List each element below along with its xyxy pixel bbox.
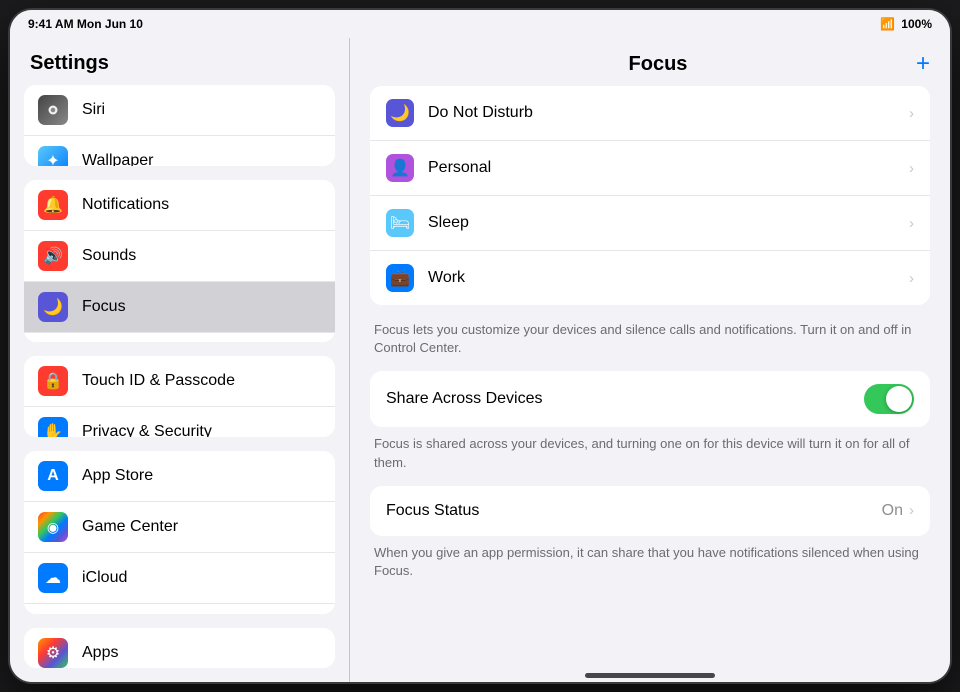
sidebar-item-icloud[interactable]: ☁ iCloud [24, 553, 335, 604]
apps-icon: ⚙ [38, 638, 68, 668]
battery-icon: 100% [901, 17, 932, 31]
focus-status-description: When you give an app permission, it can … [370, 544, 930, 594]
sidebar-item-touchid-label: Touch ID & Passcode [82, 372, 321, 390]
icloud-icon: ☁ [38, 563, 68, 593]
focus-item-work-label: Work [428, 269, 909, 287]
personal-chevron-icon: › [909, 160, 914, 177]
sidebar-item-siri-label: Siri [82, 101, 321, 119]
share-across-devices-description: Focus is shared across your devices, and… [370, 435, 930, 485]
share-across-devices-label: Share Across Devices [386, 390, 864, 408]
sidebar-item-appstore-label: App Store [82, 467, 321, 485]
home-bar [585, 673, 715, 678]
donotdisturb-chevron-icon: › [909, 105, 914, 122]
sidebar-item-appstore[interactable]: A App Store [24, 451, 335, 502]
sidebar-group-2: 🔔 Notifications 🔊 Sounds 🌙 Focus [24, 180, 335, 343]
wallpaper-icon: ✦ [38, 146, 68, 166]
sidebar-item-gamecenter-label: Game Center [82, 518, 321, 536]
focus-item-work[interactable]: 💼 Work › [370, 251, 930, 305]
touchid-icon: 🔒 [38, 366, 68, 396]
gamecenter-icon: ◉ [38, 512, 68, 542]
focus-status-value: On [882, 502, 903, 520]
focus-status-row[interactable]: Focus Status On › [370, 486, 930, 536]
add-focus-button[interactable]: + [916, 52, 930, 76]
focus-item-sleep-label: Sleep [428, 214, 909, 232]
focus-status-chevron-icon: › [909, 502, 914, 519]
sidebar-item-privacy[interactable]: ✋ Privacy & Security [24, 407, 335, 437]
donotdisturb-icon: 🌙 [386, 99, 414, 127]
wifi-icon: 📶 [880, 17, 895, 31]
focus-item-personal-label: Personal [428, 159, 909, 177]
sidebar-item-apps[interactable]: ⚙ Apps [24, 628, 335, 668]
sidebar-group-4: A App Store ◉ Game Center ☁ iCloud [24, 451, 335, 614]
focus-icon: 🌙 [38, 292, 68, 322]
sidebar-item-privacy-label: Privacy & Security [82, 423, 321, 437]
focus-list: 🌙 Do Not Disturb › 👤 Personal › [370, 86, 930, 305]
sidebar-item-icloud-label: iCloud [82, 569, 321, 587]
sidebar-group-1: Siri ✦ Wallpaper [24, 85, 335, 166]
work-icon: 💼 [386, 264, 414, 292]
detail-title: Focus [400, 53, 916, 76]
sleep-chevron-icon: › [909, 215, 914, 232]
ipad-frame: 9:41 AM Mon Jun 10 📶 100% Settings Si [10, 10, 950, 682]
share-across-devices-row: Share Across Devices [370, 371, 930, 427]
sidebar-item-notifications-label: Notifications [82, 196, 321, 214]
sidebar-group-3: 🔒 Touch ID & Passcode ✋ Privacy & Securi… [24, 356, 335, 437]
sidebar-item-siri[interactable]: Siri [24, 85, 335, 136]
sidebar-item-sounds-label: Sounds [82, 247, 321, 265]
sounds-icon: 🔊 [38, 241, 68, 271]
sidebar-item-focus[interactable]: 🌙 Focus [24, 282, 335, 333]
focus-item-personal[interactable]: 👤 Personal › [370, 141, 930, 196]
sidebar-item-touchid[interactable]: 🔒 Touch ID & Passcode [24, 356, 335, 407]
sidebar-item-apps-label: Apps [82, 644, 321, 662]
share-across-devices-toggle[interactable] [864, 384, 914, 414]
detail-content: 🌙 Do Not Disturb › 👤 Personal › [350, 86, 950, 662]
appstore-icon: A [38, 461, 68, 491]
status-right: 📶 100% [880, 17, 932, 31]
sidebar-item-wallpaper[interactable]: ✦ Wallpaper [24, 136, 335, 166]
focus-item-donotdisturb-label: Do Not Disturb [428, 104, 909, 122]
home-indicator [350, 662, 950, 682]
focus-description: Focus lets you customize your devices an… [370, 313, 930, 371]
siri-icon [38, 95, 68, 125]
sidebar-item-screentime[interactable]: ⏱ Screen Time [24, 333, 335, 343]
focus-item-sleep[interactable]: 🛏 Sleep › [370, 196, 930, 251]
sidebar-group-5: ⚙ Apps [24, 628, 335, 668]
sidebar-item-notifications[interactable]: 🔔 Notifications [24, 180, 335, 231]
detail-panel: Focus + 🌙 Do Not Disturb › 👤 [350, 38, 950, 682]
sidebar-item-focus-label: Focus [82, 298, 321, 316]
status-bar: 9:41 AM Mon Jun 10 📶 100% [10, 10, 950, 38]
sidebar-item-wallpaper-label: Wallpaper [82, 152, 321, 166]
work-chevron-icon: › [909, 270, 914, 287]
sleep-icon: 🛏 [386, 209, 414, 237]
notifications-icon: 🔔 [38, 190, 68, 220]
share-across-devices-section: Share Across Devices [370, 371, 930, 427]
app-body: Settings Siri ✦ Wallpaper [10, 38, 950, 682]
personal-icon: 👤 [386, 154, 414, 182]
sidebar-item-wallet[interactable]: 💳 Wallet & Apple Pay [24, 604, 335, 614]
sidebar-item-gamecenter[interactable]: ◉ Game Center [24, 502, 335, 553]
privacy-icon: ✋ [38, 417, 68, 437]
sidebar-title: Settings [10, 38, 349, 85]
sidebar-item-sounds[interactable]: 🔊 Sounds [24, 231, 335, 282]
focus-status-section: Focus Status On › [370, 486, 930, 536]
sidebar: Settings Siri ✦ Wallpaper [10, 38, 350, 682]
detail-header: Focus + [350, 38, 950, 86]
status-time: 9:41 AM Mon Jun 10 [28, 17, 143, 31]
focus-item-donotdisturb[interactable]: 🌙 Do Not Disturb › [370, 86, 930, 141]
focus-status-label: Focus Status [386, 502, 882, 520]
